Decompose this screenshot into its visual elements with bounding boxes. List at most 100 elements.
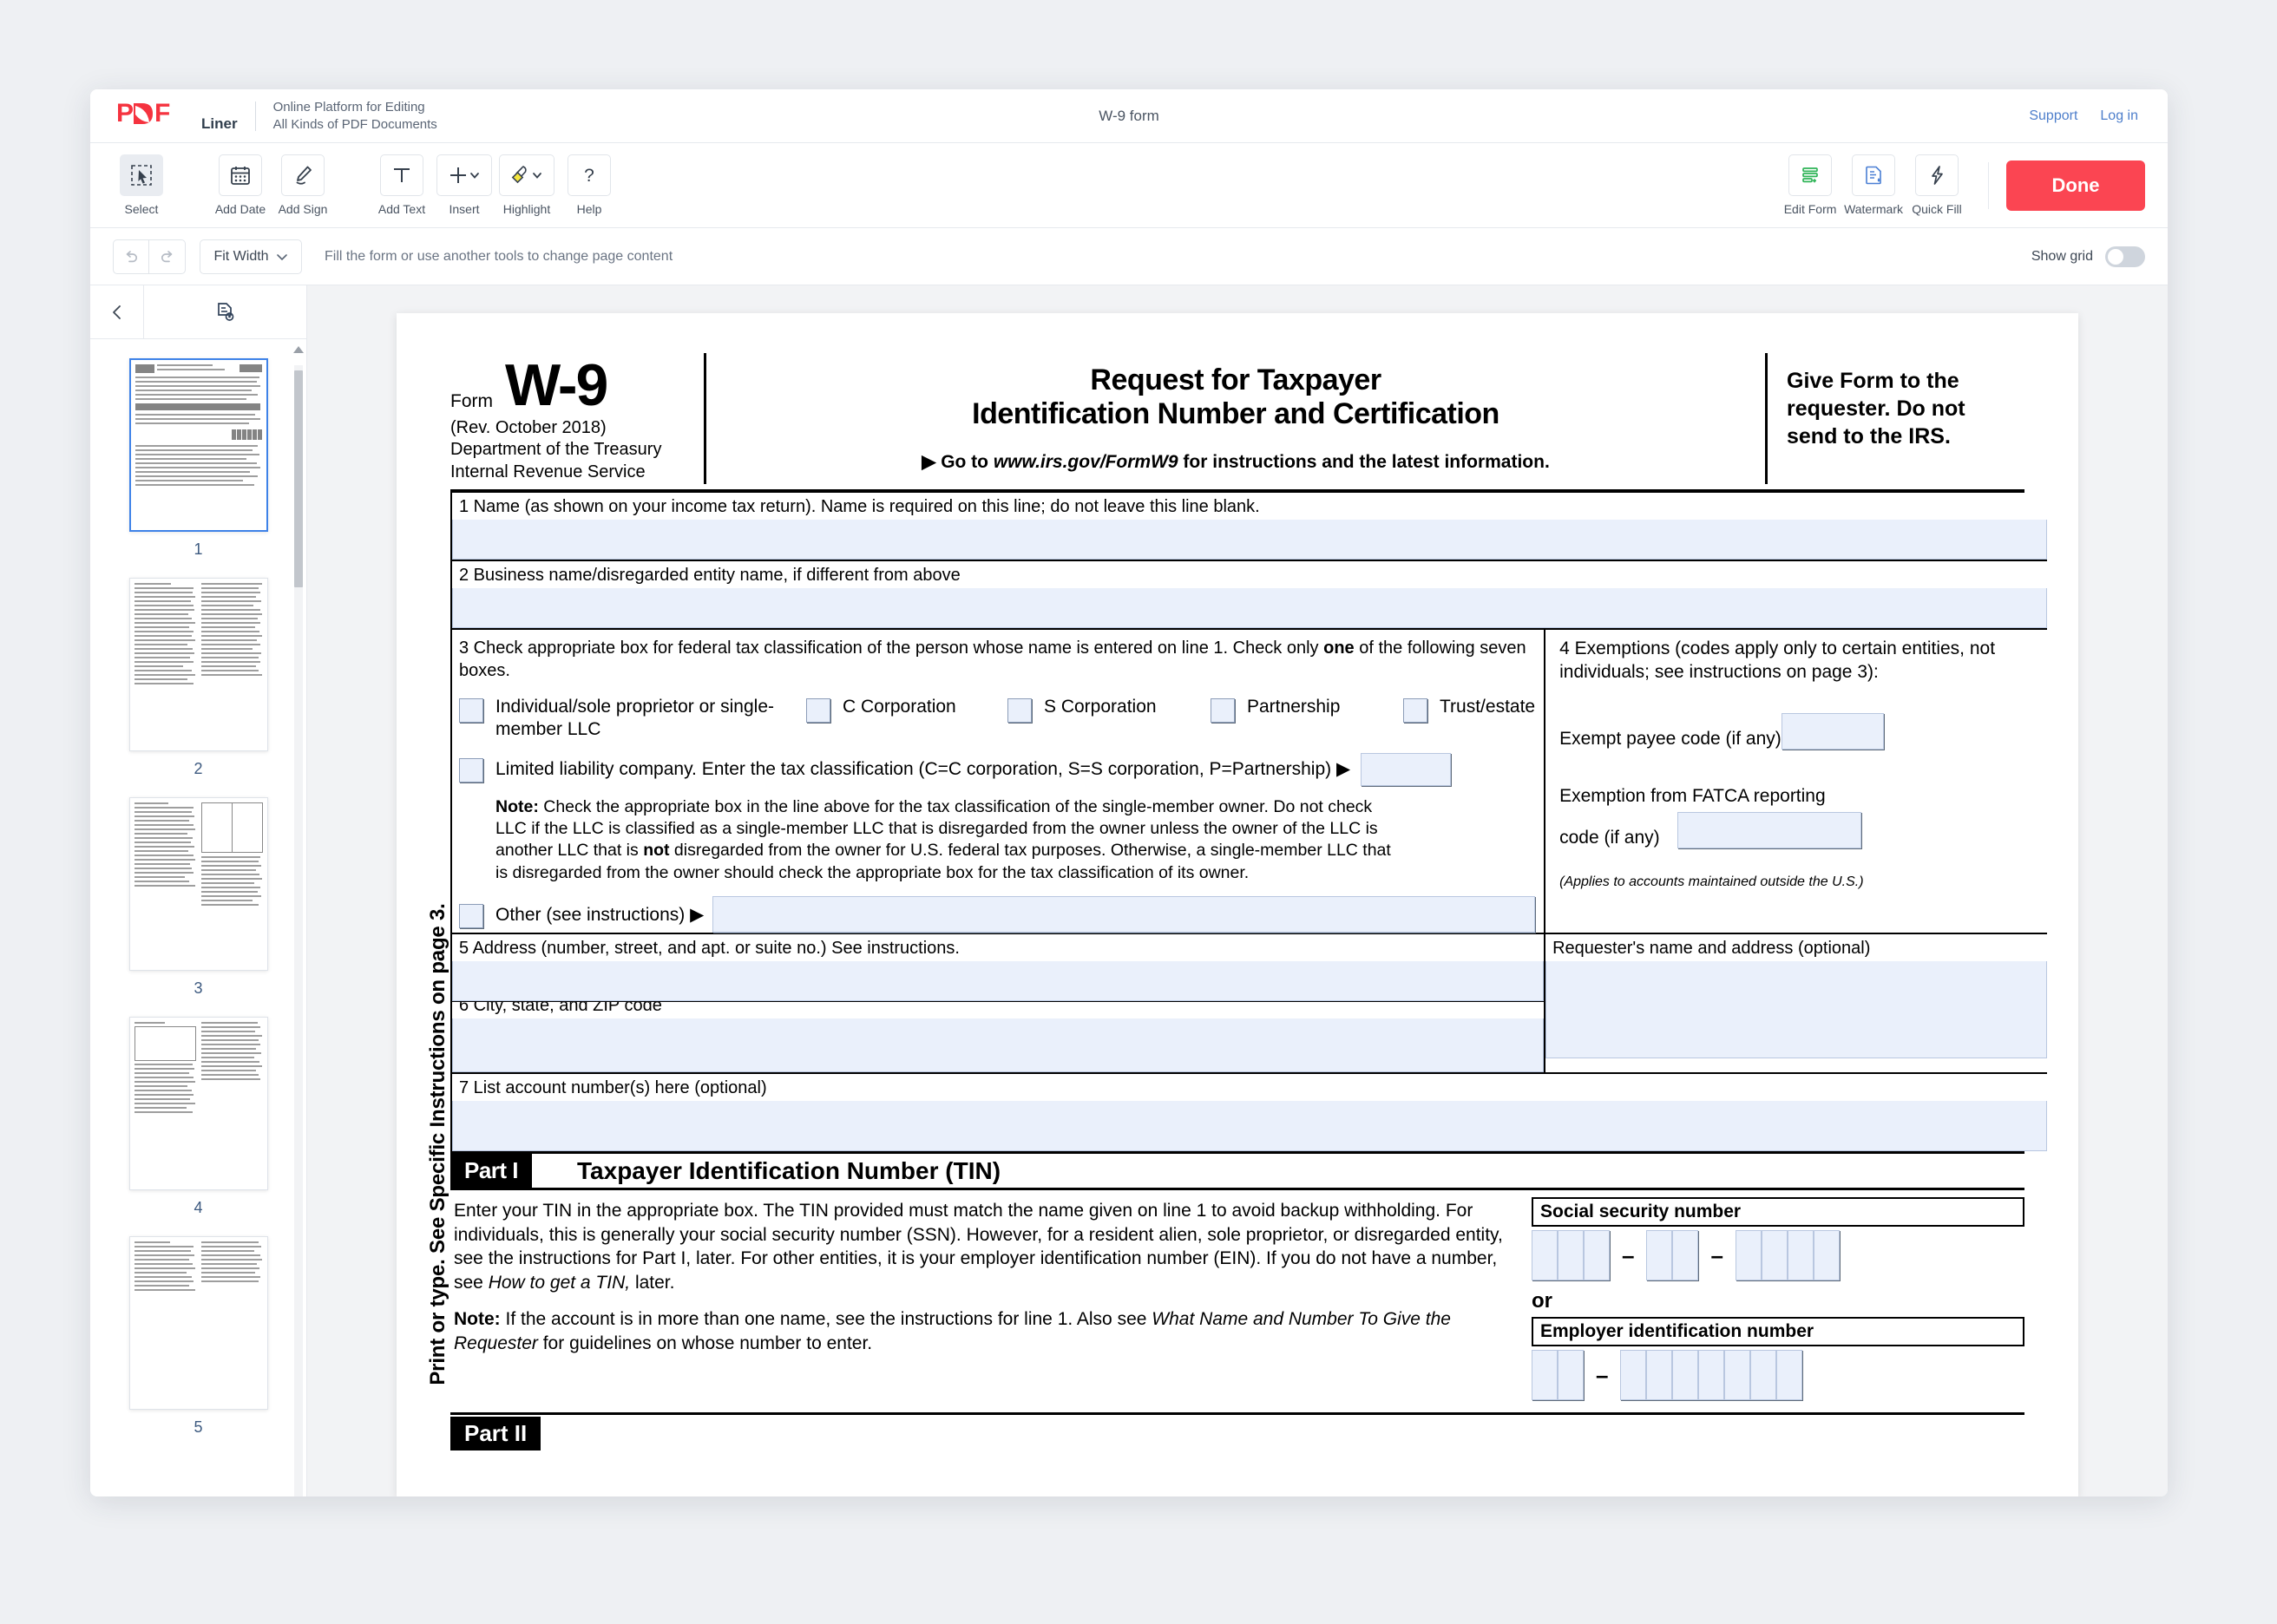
part-1-note: Note: If the account is in more than one… [454,1307,1506,1355]
ssn-digit[interactable] [1787,1230,1814,1281]
checkbox-other-row: Other (see instructions) ▶ [459,896,1536,933]
list-item[interactable]: 3 [90,797,306,998]
scrollbar-thumb[interactable] [294,370,303,587]
ein-digit[interactable] [1698,1350,1725,1401]
form-header-left: Form W-9 (Rev. October 2018) Department … [450,353,704,484]
checkbox-trust-estate-box[interactable] [1403,697,1427,723]
fatca-code-input[interactable] [1677,812,1861,849]
ein-group-1[interactable] [1532,1350,1584,1401]
pdf-page[interactable]: Form W-9 (Rev. October 2018) Department … [397,313,2078,1496]
part-1-note-label: Note: [454,1308,501,1329]
ssn-digit[interactable] [1558,1230,1584,1281]
main-toolbar: Select Add Date Add Sign Add Text Insert… [90,143,2168,228]
tool-edit-form[interactable]: Edit Form [1782,154,1839,216]
part-1-tag: Part I [450,1154,533,1189]
ssn-digit[interactable] [1646,1230,1673,1281]
tool-add-sign[interactable]: Add Sign [274,154,331,216]
ssn-digit[interactable] [1672,1230,1699,1281]
page-thumbnail-3[interactable] [128,797,268,971]
undo-arrow-icon[interactable] [113,239,149,274]
svg-text:P: P [116,99,134,128]
page-thumbnail-1[interactable] [128,358,268,532]
ein-digit[interactable] [1620,1350,1647,1401]
tool-select[interactable]: Select [113,154,170,216]
requester-input[interactable] [1545,961,2048,1059]
tool-watermark[interactable]: Watermark [1844,154,1903,216]
form-main-section: Print or type. See Specific Instructions… [426,492,2048,1385]
list-item[interactable]: 2 [90,578,306,778]
checkbox-c-corporation[interactable]: C Corporation [806,696,1007,723]
checkbox-llc-box[interactable] [459,758,483,783]
ssn-digit[interactable] [1761,1230,1788,1281]
line-5-input[interactable] [452,961,1545,1002]
line-7-input[interactable] [452,1101,2048,1152]
brand-logo[interactable]: P F Liner Online Platform for Editing Al… [90,99,437,134]
list-item[interactable]: 5 [90,1236,306,1437]
tool-add-text[interactable]: Add Text [373,154,430,216]
line-1-label: 1 Name (as shown on your income tax retu… [459,496,1260,516]
ein-digit[interactable] [1646,1350,1673,1401]
checkbox-partnership-box[interactable] [1211,697,1235,723]
document-canvas[interactable]: Form W-9 (Rev. October 2018) Department … [307,285,2168,1496]
ssn-digit[interactable] [1532,1230,1558,1281]
ssn-group-3[interactable] [1735,1230,1840,1281]
line-1-input[interactable] [452,519,2048,560]
goto-url[interactable]: www.irs.gov/FormW9 [994,452,1178,472]
ein-group-2[interactable] [1620,1350,1803,1401]
line-6-input[interactable] [452,1018,1545,1073]
other-classification-input[interactable] [712,896,1536,933]
ssn-input-group[interactable]: – – [1532,1230,2024,1281]
tool-help[interactable]: ? Help [561,154,618,216]
chevron-left-icon [112,304,121,319]
page-thumbnail-2[interactable] [128,578,268,751]
exempt-payee-input[interactable] [1781,713,1884,750]
checkbox-llc-label: Limited liability company. Enter the tax… [495,759,1351,780]
thumbnail-list[interactable]: 1 2 3 4 5 [90,339,306,1496]
llc-note-bold: not [643,841,670,861]
scroll-up-arrow-icon[interactable] [293,346,304,353]
tool-quick-fill[interactable]: Quick Fill [1908,154,1965,216]
tool-highlight[interactable]: Highlight [498,154,555,216]
login-link[interactable]: Log in [2100,108,2138,124]
support-link[interactable]: Support [2029,108,2077,124]
done-button[interactable]: Done [2006,160,2145,211]
checkbox-c-corporation-box[interactable] [806,697,830,723]
list-item[interactable]: 4 [90,1017,306,1217]
show-grid-toggle[interactable] [2105,246,2145,267]
ein-digit[interactable] [1558,1350,1584,1401]
ssn-group-2[interactable] [1646,1230,1699,1281]
fatca-label-line-1: Exemption from FATCA reporting [1559,786,1826,807]
ssn-digit[interactable] [1813,1230,1840,1281]
page-thumbnail-4[interactable] [128,1017,268,1190]
ssn-group-1[interactable] [1532,1230,1610,1281]
checkbox-partnership[interactable]: Partnership [1211,696,1403,723]
checkbox-trust-estate[interactable]: Trust/estate [1403,696,1535,723]
sidebar-collapse-button[interactable] [90,285,144,338]
llc-classification-input[interactable] [1361,752,1452,786]
page-thumbnail-5[interactable] [128,1236,268,1410]
list-item[interactable]: 1 [90,358,306,559]
checkbox-s-corporation-box[interactable] [1007,697,1032,723]
sidebar-scrollbar[interactable] [293,339,304,1496]
fatca-label-line-2: code (if any) [1559,828,1660,848]
checkbox-individual-box[interactable] [459,697,483,723]
ssn-digit[interactable] [1584,1230,1610,1281]
tool-insert[interactable]: Insert [436,154,493,216]
page-settings-button[interactable] [144,285,306,338]
checkbox-s-corporation[interactable]: S Corporation [1007,696,1211,723]
ein-digit[interactable] [1776,1350,1803,1401]
checkbox-partnership-label: Partnership [1247,696,1341,717]
ein-input-group[interactable]: – [1532,1350,2024,1401]
checkbox-other-box[interactable] [459,903,483,928]
tool-add-date[interactable]: Add Date [212,154,269,216]
ein-digit[interactable] [1724,1350,1751,1401]
zoom-level-select[interactable]: Fit Width [200,239,302,274]
ein-digit[interactable] [1672,1350,1699,1401]
show-grid-control[interactable]: Show grid [2031,246,2145,267]
ein-digit[interactable] [1750,1350,1777,1401]
ssn-digit[interactable] [1735,1230,1762,1281]
checkbox-individual[interactable]: Individual/sole proprietor or single-mem… [459,696,806,741]
line-2-input[interactable] [452,587,2048,628]
redo-arrow-icon[interactable] [149,239,186,274]
ein-digit[interactable] [1532,1350,1558,1401]
